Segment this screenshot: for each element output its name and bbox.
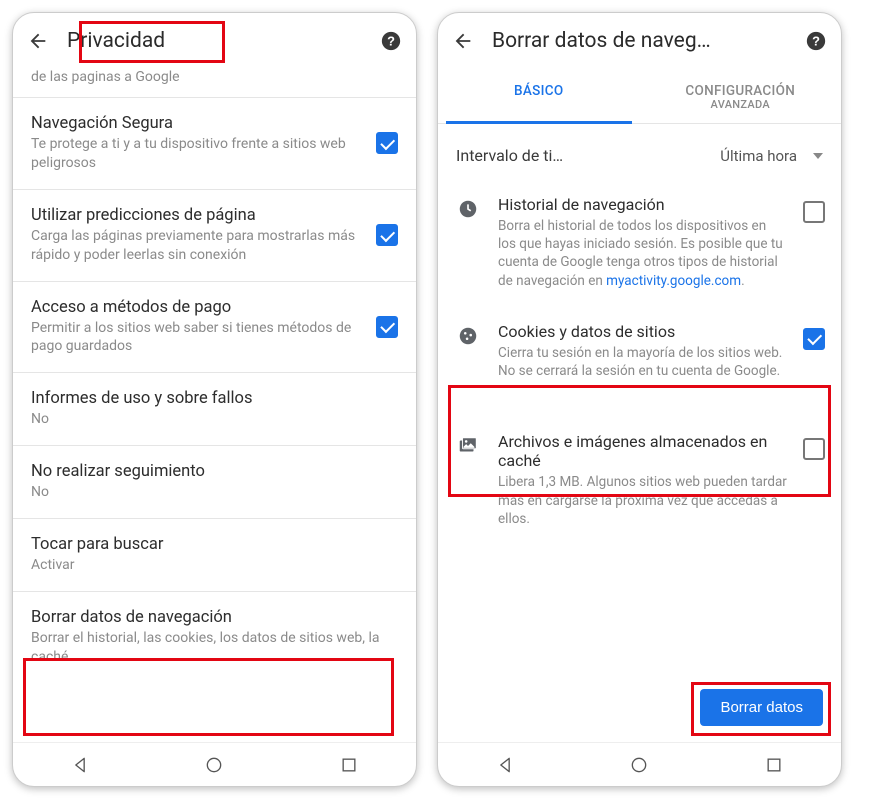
row-cookies[interactable]: Cookies y datos de sitios Cierra tu sesi… <box>438 306 841 396</box>
android-navbar <box>438 742 841 786</box>
svg-text:?: ? <box>812 34 820 49</box>
setting-title: Navegación Segura <box>31 114 364 133</box>
nav-back-icon[interactable] <box>70 755 90 775</box>
setting-usage-reports[interactable]: Informes de uso y sobre fallos No <box>13 373 416 445</box>
setting-payment-methods[interactable]: Acceso a métodos de pago Permitir a los … <box>13 282 416 373</box>
data-sub: Cierra tu sesión en la mayoría de los si… <box>498 344 787 380</box>
setting-sub: No <box>31 410 398 429</box>
checkbox-safe-browsing[interactable] <box>376 132 398 154</box>
time-range-value: Última hora <box>720 147 797 165</box>
tabs: BÁSICO CONFIGURACIÓN AVANZADA <box>438 69 841 124</box>
data-title: Archivos e imágenes almacenados en caché <box>498 432 787 470</box>
clock-icon <box>454 195 482 290</box>
checkbox-cache[interactable] <box>803 438 825 460</box>
time-range-selector[interactable]: Intervalo de ti… Última hora <box>438 124 841 179</box>
setting-title: Borrar datos de navegación <box>31 608 398 627</box>
partial-row-top: de las paginas a Google <box>13 69 416 97</box>
android-navbar <box>13 742 416 786</box>
setting-title: No realizar seguimiento <box>31 462 398 481</box>
clear-data-list: Intervalo de ti… Última hora Historial d… <box>438 124 841 742</box>
setting-title: Informes de uso y sobre fallos <box>31 389 398 408</box>
help-icon[interactable]: ? <box>380 30 402 52</box>
data-title: Cookies y datos de sitios <box>498 322 787 341</box>
setting-sub: Borrar el historial, las cookies, los da… <box>31 629 398 667</box>
cookie-icon <box>454 322 482 380</box>
back-icon[interactable] <box>452 30 474 52</box>
setting-safe-browsing[interactable]: Navegación Segura Te protege a ti y a tu… <box>13 98 416 189</box>
setting-clear-browsing-data[interactable]: Borrar datos de navegación Borrar el his… <box>13 592 416 687</box>
nav-recent-icon[interactable] <box>764 755 784 775</box>
setting-title: Acceso a métodos de pago <box>31 298 364 317</box>
help-icon[interactable]: ? <box>805 30 827 52</box>
screen-privacy: Privacidad ? de las paginas a Google Nav… <box>12 12 417 787</box>
appbar: Borrar datos de naveg… ? <box>438 13 841 69</box>
setting-do-not-track[interactable]: No realizar seguimiento No <box>13 446 416 518</box>
setting-sub: Carga las páginas previamente para mostr… <box>31 227 364 265</box>
clear-data-button[interactable]: Borrar datos <box>700 689 823 726</box>
image-icon <box>454 432 482 528</box>
row-browsing-history[interactable]: Historial de navegación Borra el histori… <box>438 179 841 306</box>
action-area: Borrar datos <box>438 689 841 742</box>
setting-sub: No <box>31 483 398 502</box>
chevron-down-icon <box>813 153 823 159</box>
data-sub: Borra el historial de todos los disposit… <box>498 217 787 290</box>
nav-home-icon[interactable] <box>629 755 649 775</box>
nav-home-icon[interactable] <box>204 755 224 775</box>
tab-advanced[interactable]: CONFIGURACIÓN AVANZADA <box>640 69 842 123</box>
time-range-label: Intervalo de ti… <box>456 146 710 165</box>
settings-list: de las paginas a Google Navegación Segur… <box>13 69 416 742</box>
data-title: Historial de navegación <box>498 195 787 214</box>
svg-text:?: ? <box>387 34 395 49</box>
setting-sub: Te protege a ti y a tu dispositivo frent… <box>31 135 364 173</box>
myactivity-link[interactable]: myactivity.google.com <box>606 273 741 289</box>
checkbox-page-predictions[interactable] <box>376 224 398 246</box>
setting-sub: Activar <box>31 556 398 575</box>
setting-title: Utilizar predicciones de página <box>31 206 364 225</box>
nav-back-icon[interactable] <box>495 755 515 775</box>
checkbox-cookies[interactable] <box>803 328 825 350</box>
row-cached-images[interactable]: Archivos e imágenes almacenados en caché… <box>438 416 841 544</box>
appbar: Privacidad ? <box>13 13 416 69</box>
checkbox-history[interactable] <box>803 201 825 223</box>
page-title: Borrar datos de naveg… <box>492 29 787 53</box>
setting-title: Tocar para buscar <box>31 535 398 554</box>
nav-recent-icon[interactable] <box>339 755 359 775</box>
tab-basic[interactable]: BÁSICO <box>438 69 640 123</box>
back-icon[interactable] <box>27 30 49 52</box>
setting-sub: Permitir a los sitios web saber si tiene… <box>31 319 364 357</box>
data-sub: Libera 1,3 MB. Algunos sitios web pueden… <box>498 473 787 528</box>
setting-page-predictions[interactable]: Utilizar predicciones de página Carga la… <box>13 190 416 281</box>
setting-touch-to-search[interactable]: Tocar para buscar Activar <box>13 519 416 591</box>
page-title: Privacidad <box>67 29 362 53</box>
screen-clear-data: Borrar datos de naveg… ? BÁSICO CONFIGUR… <box>437 12 842 787</box>
checkbox-payment-methods[interactable] <box>376 316 398 338</box>
